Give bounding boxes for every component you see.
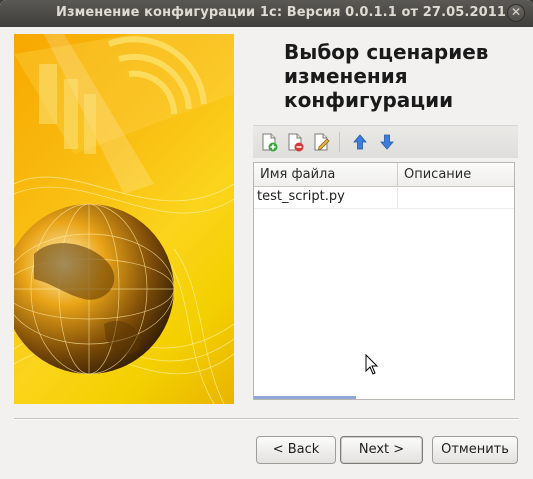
page-title-line-3: конфигурации xyxy=(284,88,454,112)
arrow-down-icon xyxy=(380,134,394,150)
footer-separator xyxy=(14,418,519,419)
page-title: Выбор сценариев изменения конфигурации xyxy=(284,40,514,112)
column-header-filename[interactable]: Имя файла xyxy=(254,163,398,186)
cancel-button[interactable]: Отменить xyxy=(432,436,518,464)
page-title-line-2: изменения xyxy=(284,64,408,88)
back-button[interactable]: < Back xyxy=(256,436,336,464)
globe-illustration xyxy=(14,34,234,404)
remove-script-button[interactable] xyxy=(284,131,306,153)
title-bar[interactable]: Изменение конфигурации 1с: Версия 0.0.1.… xyxy=(0,0,533,27)
table-row[interactable]: test_script.py xyxy=(254,186,514,209)
edit-script-button[interactable] xyxy=(310,131,332,153)
scripts-table[interactable]: Имя файла Описание test_script.py xyxy=(253,162,515,400)
cell-description[interactable] xyxy=(398,186,514,208)
remove-document-icon xyxy=(288,133,304,152)
column-header-description[interactable]: Описание xyxy=(398,163,514,186)
horizontal-scrollbar[interactable] xyxy=(254,396,356,399)
arrow-up-icon xyxy=(353,134,367,150)
window-title: Изменение конфигурации 1с: Версия 0.0.1.… xyxy=(56,5,507,20)
add-script-button[interactable] xyxy=(258,131,280,153)
wizard-window: Изменение конфигурации 1с: Версия 0.0.1.… xyxy=(0,0,533,479)
wizard-side-image xyxy=(14,34,234,404)
close-icon: ✕ xyxy=(510,5,522,19)
add-document-icon xyxy=(262,133,278,152)
table-header: Имя файла Описание xyxy=(254,163,514,187)
cell-filename[interactable]: test_script.py xyxy=(254,186,398,208)
next-button[interactable]: Next > xyxy=(340,436,423,464)
move-down-button[interactable] xyxy=(376,131,398,153)
toolbar-separator xyxy=(339,132,340,152)
page-title-line-1: Выбор сценариев xyxy=(284,40,489,64)
scripts-toolbar xyxy=(253,125,518,158)
mouse-cursor-icon xyxy=(365,354,379,375)
edit-document-icon xyxy=(314,133,330,151)
move-up-button[interactable] xyxy=(349,131,371,153)
close-button[interactable]: ✕ xyxy=(507,4,525,22)
